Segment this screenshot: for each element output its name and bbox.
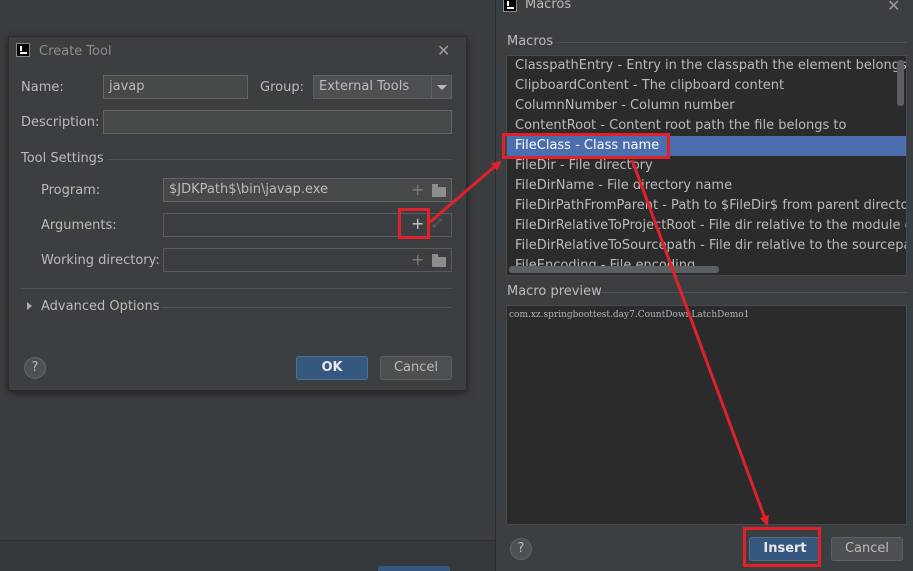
annotation-arrows	[429, 159, 769, 526]
arrow-fileclass-to-insert	[630, 159, 769, 526]
arrow-plus-to-fileclass	[429, 160, 502, 224]
